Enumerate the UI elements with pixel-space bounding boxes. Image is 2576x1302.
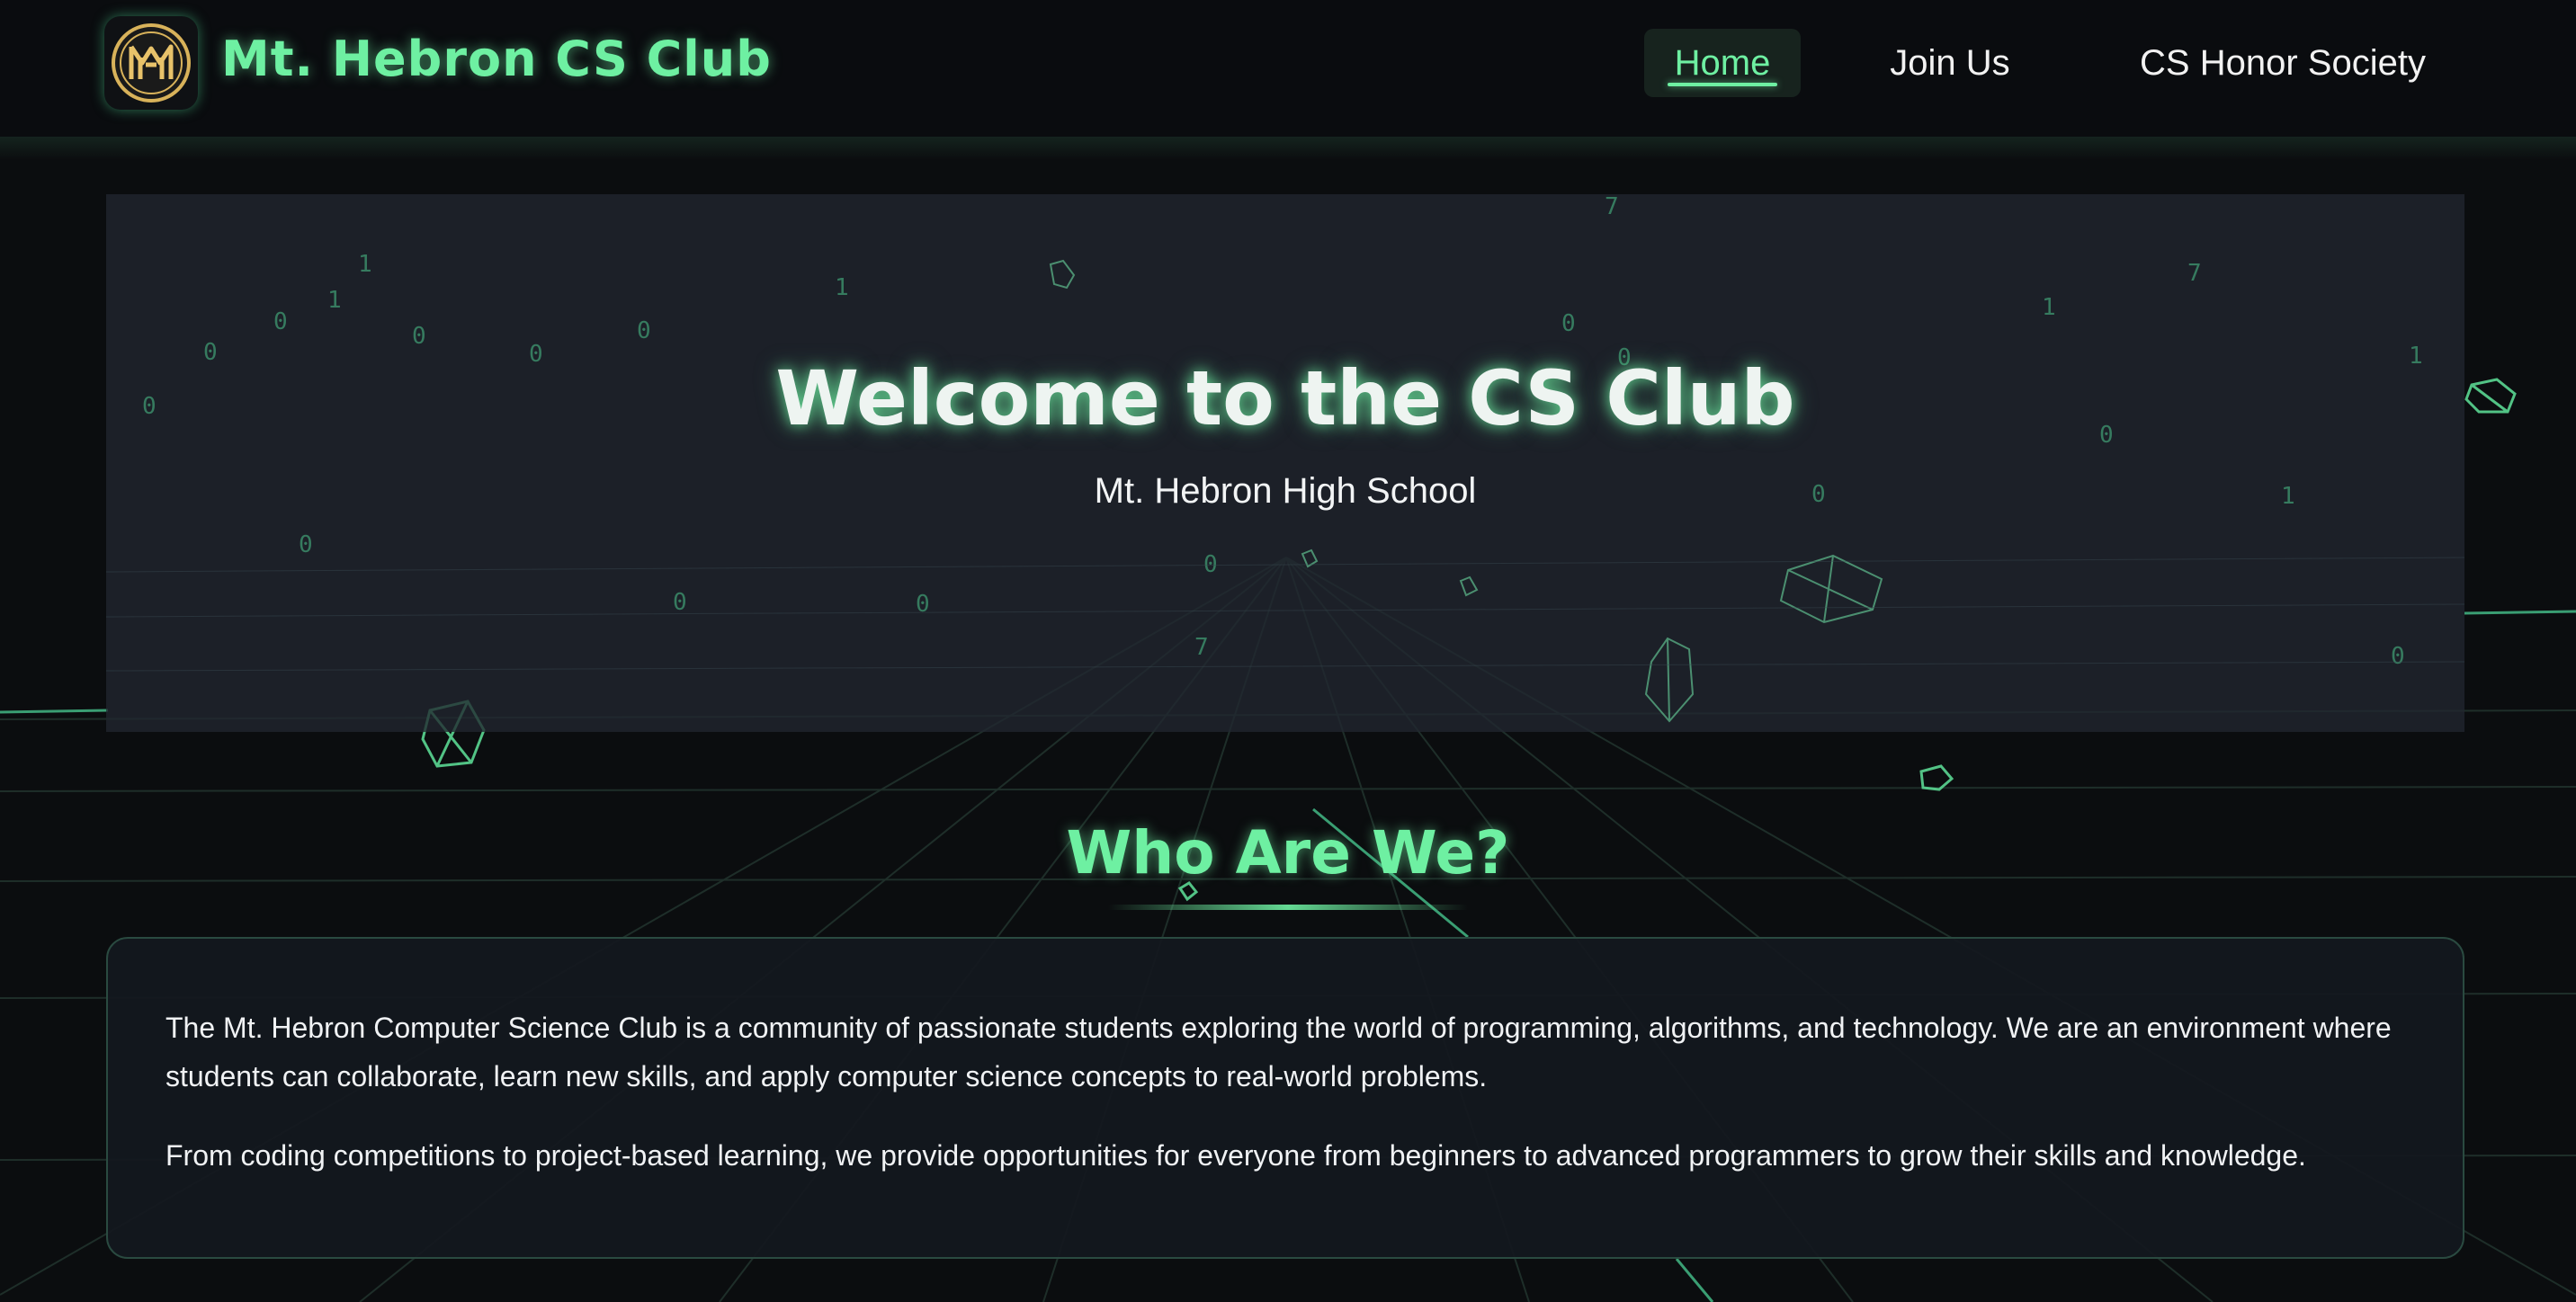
svg-text:1: 1 [327, 287, 342, 314]
logo-emblem-icon [112, 23, 191, 103]
about-section-heading: Who Are We? [1066, 818, 1510, 887]
svg-text:7: 7 [1605, 194, 1619, 220]
hero-subtitle: Mt. Hebron High School [1094, 471, 1477, 511]
hero-title: Welcome to the CS Club [775, 354, 1795, 442]
svg-text:1: 1 [358, 251, 372, 278]
nav-home-label: Home [1674, 42, 1771, 83]
active-nav-underline [1668, 83, 1777, 86]
hero-floating-binary-decoration: 001 000 00 0 000 007 771 111 001 [106, 194, 2464, 723]
svg-text:7: 7 [1194, 634, 1209, 661]
nav-join-us-link[interactable]: Join Us [1871, 29, 2029, 97]
about-paragraph: From coding competitions to project-base… [165, 1139, 2306, 1172]
svg-text:0: 0 [412, 323, 426, 350]
svg-text:7: 7 [2187, 260, 2202, 287]
svg-text:0: 0 [673, 589, 687, 616]
svg-text:0: 0 [299, 531, 313, 558]
site-brand-title[interactable]: Mt. Hebron CS Club [221, 31, 772, 87]
about-paragraph: The Mt. Hebron Computer Science Club is … [165, 1012, 2392, 1092]
nav-cs-honor-society-link[interactable]: CS Honor Society [2110, 29, 2455, 97]
svg-text:0: 0 [916, 591, 930, 618]
svg-text:0: 0 [2391, 643, 2405, 670]
svg-text:1: 1 [2042, 294, 2056, 321]
about-card: The Mt. Hebron Computer Science Club is … [106, 937, 2464, 1259]
nav-cs-honor-society-label: CS Honor Society [2140, 42, 2426, 83]
hero-banner: 001 000 000 000 007 771 111 001 Welcome … [106, 194, 2464, 732]
nav-join-us-label: Join Us [1890, 42, 2010, 83]
heading-underline-divider [1108, 905, 1468, 910]
header-glow-divider [0, 137, 2576, 160]
top-navigation-bar: Mt. Hebron CS Club Home Join Us CS Honor… [0, 0, 2576, 137]
svg-text:1: 1 [835, 274, 849, 301]
nav-home-link[interactable]: Home [1644, 29, 1801, 97]
svg-text:0: 0 [637, 317, 651, 344]
mt-hebron-logo-icon[interactable] [104, 16, 198, 110]
svg-text:0: 0 [273, 308, 288, 335]
svg-text:0: 0 [1561, 310, 1576, 337]
